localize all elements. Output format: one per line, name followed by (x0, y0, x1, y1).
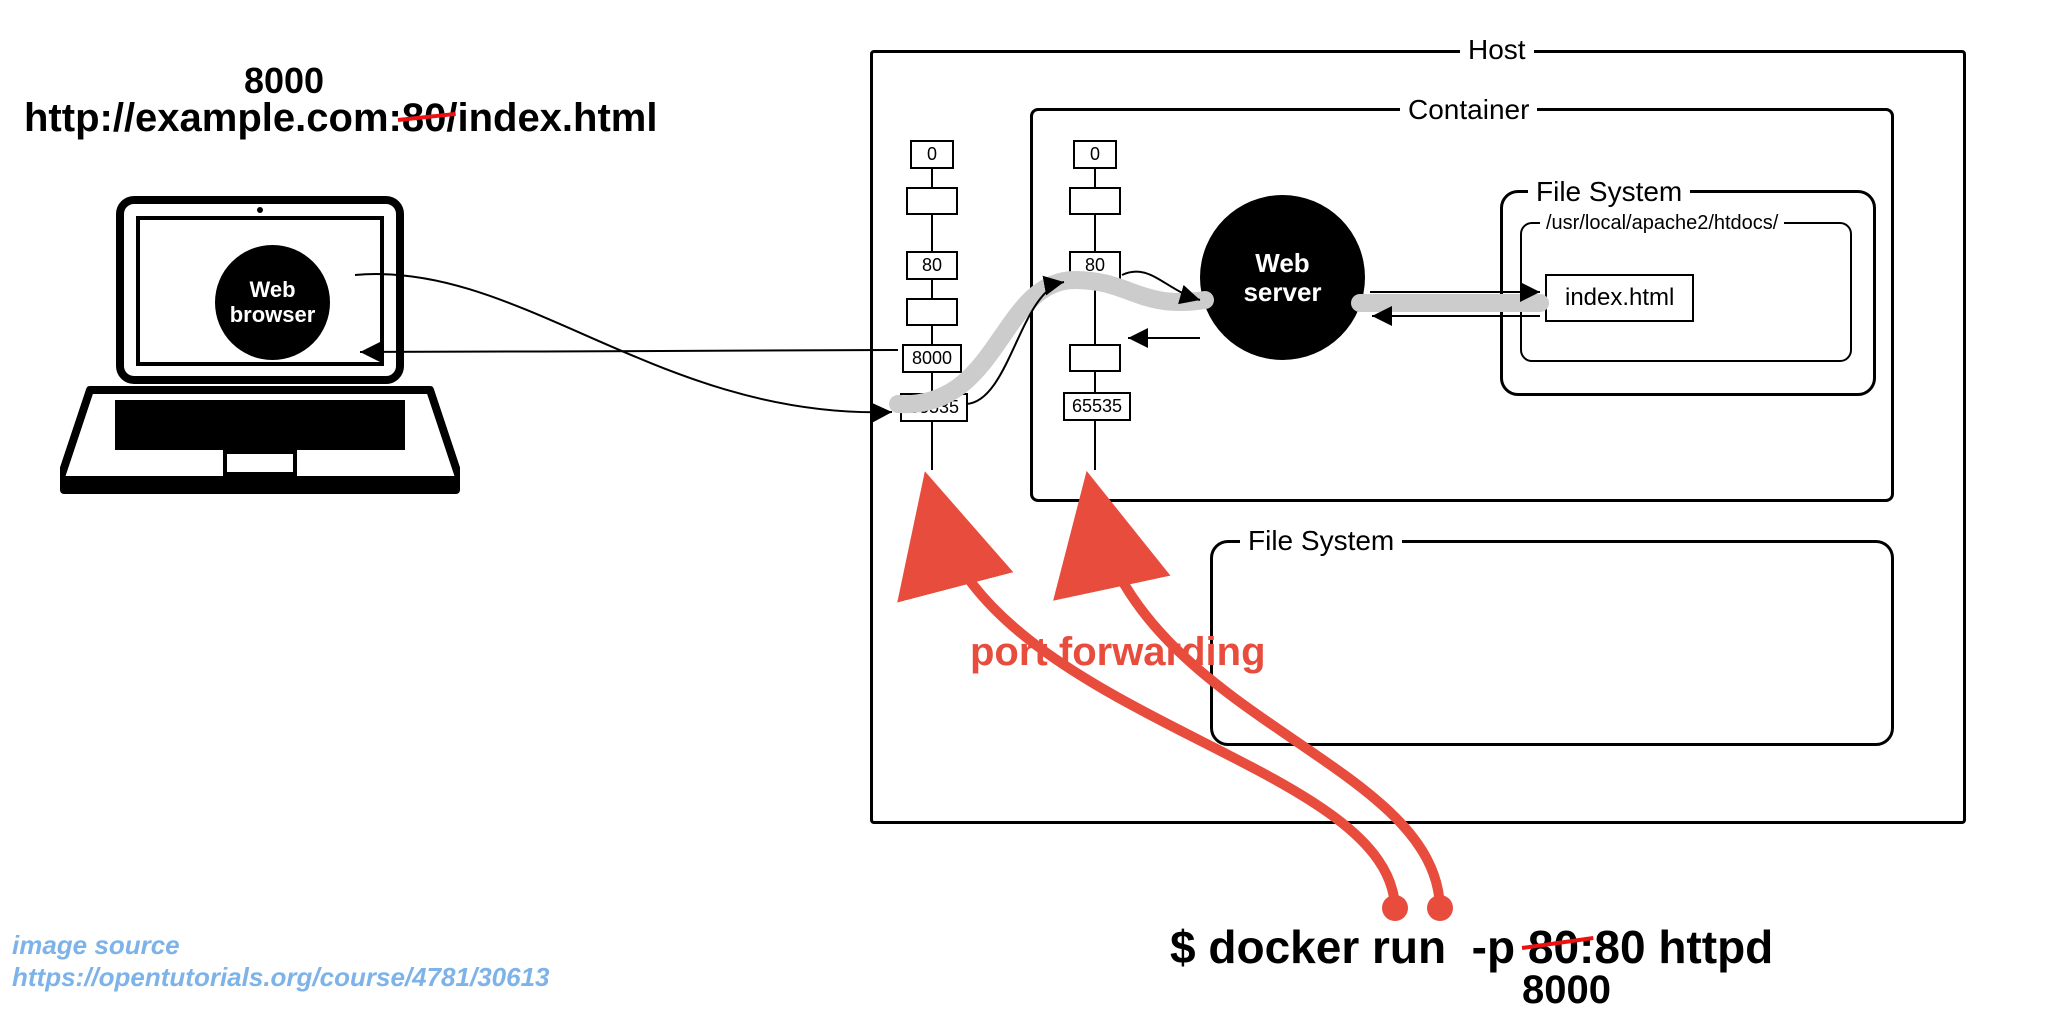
watermark-line1: image source (12, 930, 180, 961)
cmd-new-port: 8000 (1522, 968, 1773, 1013)
url-line: 8000 http://example.com:80/index.html (24, 60, 657, 141)
cmd-prompt: $ (1170, 921, 1208, 973)
host-port-0: 0 (910, 140, 954, 169)
container-port-0: 0 (1073, 140, 1117, 169)
laptop-icon: Web browser (60, 190, 460, 510)
docker-command: $ docker run -p 80:80 httpd 8000 (1170, 920, 1773, 1013)
container-port-80: 80 (1069, 251, 1121, 280)
container-port-column: 0 80 65535 (1063, 140, 1127, 421)
port-forwarding-label: port forwarding (970, 630, 1266, 675)
cmd-colon: : (1579, 921, 1594, 973)
url-suffix: /index.html (446, 96, 657, 140)
docroot-path: /usr/local/apache2/htdocs/ (1540, 212, 1784, 235)
web-server-circle: Web server (1200, 195, 1365, 360)
host-port-8000: 8000 (902, 344, 962, 373)
cmd-img: httpd (1646, 921, 1774, 973)
host-fs-label: File System (1240, 525, 1402, 557)
cmd-flag: -p (1472, 921, 1528, 973)
host-port-max: 65535 (900, 393, 968, 422)
watermark-line2: https://opentutorials.org/course/4781/30… (12, 962, 550, 993)
host-port-column: 0 80 8000 65535 (900, 140, 964, 422)
url-prefix: http://example.com: (24, 96, 402, 140)
index-file: index.html (1545, 274, 1694, 322)
container-label: Container (1400, 94, 1537, 126)
container-port-max: 65535 (1063, 392, 1131, 421)
host-label: Host (1460, 34, 1534, 66)
host-port-80: 80 (906, 251, 958, 280)
container-fs-label: File System (1528, 176, 1690, 208)
cmd-cport: 80 (1594, 921, 1645, 973)
web-browser-circle: Web browser (215, 245, 330, 360)
host-filesystem-box (1210, 540, 1894, 746)
cmd-run: docker run (1208, 921, 1459, 973)
